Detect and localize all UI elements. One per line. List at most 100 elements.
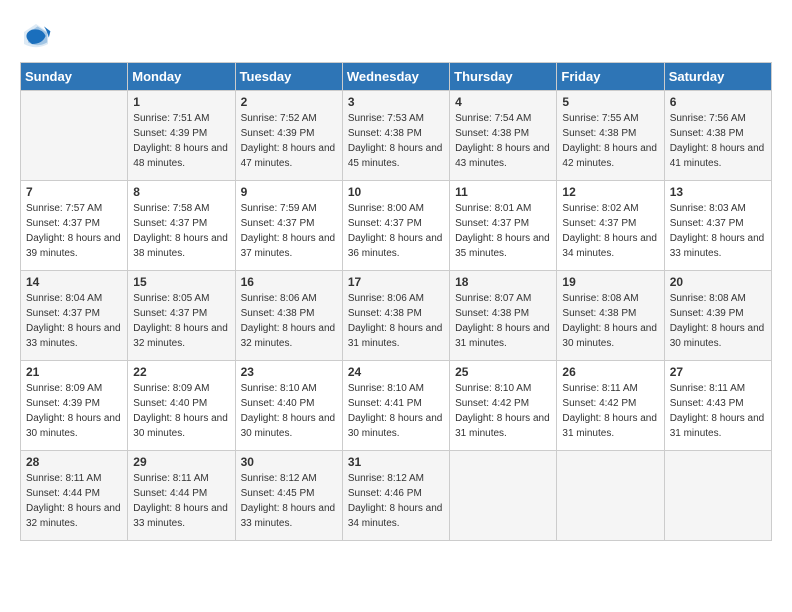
calendar-cell: 26 Sunrise: 8:11 AM Sunset: 4:42 PM Dayl… — [557, 361, 664, 451]
day-number: 20 — [670, 275, 766, 289]
daylight-text: Daylight: 8 hours and 30 minutes. — [670, 323, 765, 349]
day-number: 13 — [670, 185, 766, 199]
cell-info: Sunrise: 7:53 AM Sunset: 4:38 PM Dayligh… — [348, 111, 444, 171]
daylight-text: Daylight: 8 hours and 39 minutes. — [26, 233, 121, 259]
day-header-monday: Monday — [128, 63, 235, 91]
day-number: 29 — [133, 455, 229, 469]
day-number: 1 — [133, 95, 229, 109]
sunset-text: Sunset: 4:37 PM — [455, 218, 529, 229]
daylight-text: Daylight: 8 hours and 41 minutes. — [670, 143, 765, 169]
calendar-cell: 7 Sunrise: 7:57 AM Sunset: 4:37 PM Dayli… — [21, 181, 128, 271]
sunrise-text: Sunrise: 8:12 AM — [241, 473, 317, 484]
sunrise-text: Sunrise: 7:58 AM — [133, 203, 209, 214]
sunset-text: Sunset: 4:37 PM — [670, 218, 744, 229]
daylight-text: Daylight: 8 hours and 37 minutes. — [241, 233, 336, 259]
calendar-cell: 17 Sunrise: 8:06 AM Sunset: 4:38 PM Dayl… — [342, 271, 449, 361]
calendar-cell: 29 Sunrise: 8:11 AM Sunset: 4:44 PM Dayl… — [128, 451, 235, 541]
daylight-text: Daylight: 8 hours and 33 minutes. — [26, 323, 121, 349]
calendar-cell: 30 Sunrise: 8:12 AM Sunset: 4:45 PM Dayl… — [235, 451, 342, 541]
sunset-text: Sunset: 4:37 PM — [562, 218, 636, 229]
cell-info: Sunrise: 8:10 AM Sunset: 4:40 PM Dayligh… — [241, 381, 337, 441]
daylight-text: Daylight: 8 hours and 30 minutes. — [562, 323, 657, 349]
calendar-week-row: 21 Sunrise: 8:09 AM Sunset: 4:39 PM Dayl… — [21, 361, 772, 451]
sunrise-text: Sunrise: 7:57 AM — [26, 203, 102, 214]
daylight-text: Daylight: 8 hours and 38 minutes. — [133, 233, 228, 259]
sunrise-text: Sunrise: 8:10 AM — [241, 383, 317, 394]
day-number: 3 — [348, 95, 444, 109]
calendar-cell: 8 Sunrise: 7:58 AM Sunset: 4:37 PM Dayli… — [128, 181, 235, 271]
day-number: 18 — [455, 275, 551, 289]
sunset-text: Sunset: 4:38 PM — [348, 128, 422, 139]
sunrise-text: Sunrise: 8:09 AM — [133, 383, 209, 394]
day-number: 5 — [562, 95, 658, 109]
calendar-cell: 19 Sunrise: 8:08 AM Sunset: 4:38 PM Dayl… — [557, 271, 664, 361]
sunset-text: Sunset: 4:38 PM — [562, 128, 636, 139]
cell-info: Sunrise: 8:09 AM Sunset: 4:39 PM Dayligh… — [26, 381, 122, 441]
calendar-cell: 27 Sunrise: 8:11 AM Sunset: 4:43 PM Dayl… — [664, 361, 771, 451]
calendar-cell — [21, 91, 128, 181]
sunset-text: Sunset: 4:37 PM — [241, 218, 315, 229]
cell-info: Sunrise: 7:58 AM Sunset: 4:37 PM Dayligh… — [133, 201, 229, 261]
calendar-week-row: 7 Sunrise: 7:57 AM Sunset: 4:37 PM Dayli… — [21, 181, 772, 271]
calendar-week-row: 1 Sunrise: 7:51 AM Sunset: 4:39 PM Dayli… — [21, 91, 772, 181]
sunset-text: Sunset: 4:45 PM — [241, 488, 315, 499]
sunset-text: Sunset: 4:38 PM — [455, 128, 529, 139]
sunrise-text: Sunrise: 8:10 AM — [455, 383, 531, 394]
day-number: 30 — [241, 455, 337, 469]
day-number: 15 — [133, 275, 229, 289]
calendar-cell: 13 Sunrise: 8:03 AM Sunset: 4:37 PM Dayl… — [664, 181, 771, 271]
daylight-text: Daylight: 8 hours and 30 minutes. — [133, 413, 228, 439]
calendar-table: SundayMondayTuesdayWednesdayThursdayFrid… — [20, 62, 772, 541]
cell-info: Sunrise: 7:59 AM Sunset: 4:37 PM Dayligh… — [241, 201, 337, 261]
cell-info: Sunrise: 8:10 AM Sunset: 4:42 PM Dayligh… — [455, 381, 551, 441]
day-number: 25 — [455, 365, 551, 379]
day-number: 4 — [455, 95, 551, 109]
sunset-text: Sunset: 4:38 PM — [348, 308, 422, 319]
sunset-text: Sunset: 4:43 PM — [670, 398, 744, 409]
calendar-cell: 28 Sunrise: 8:11 AM Sunset: 4:44 PM Dayl… — [21, 451, 128, 541]
daylight-text: Daylight: 8 hours and 48 minutes. — [133, 143, 228, 169]
calendar-cell: 6 Sunrise: 7:56 AM Sunset: 4:38 PM Dayli… — [664, 91, 771, 181]
cell-info: Sunrise: 8:06 AM Sunset: 4:38 PM Dayligh… — [241, 291, 337, 351]
calendar-cell: 11 Sunrise: 8:01 AM Sunset: 4:37 PM Dayl… — [450, 181, 557, 271]
cell-info: Sunrise: 8:02 AM Sunset: 4:37 PM Dayligh… — [562, 201, 658, 261]
calendar-cell — [450, 451, 557, 541]
calendar-cell: 1 Sunrise: 7:51 AM Sunset: 4:39 PM Dayli… — [128, 91, 235, 181]
day-header-thursday: Thursday — [450, 63, 557, 91]
day-number: 19 — [562, 275, 658, 289]
sunset-text: Sunset: 4:44 PM — [26, 488, 100, 499]
day-number: 16 — [241, 275, 337, 289]
calendar-cell: 10 Sunrise: 8:00 AM Sunset: 4:37 PM Dayl… — [342, 181, 449, 271]
sunrise-text: Sunrise: 8:11 AM — [562, 383, 637, 394]
sunset-text: Sunset: 4:39 PM — [241, 128, 315, 139]
calendar-cell: 2 Sunrise: 7:52 AM Sunset: 4:39 PM Dayli… — [235, 91, 342, 181]
cell-info: Sunrise: 7:57 AM Sunset: 4:37 PM Dayligh… — [26, 201, 122, 261]
cell-info: Sunrise: 8:08 AM Sunset: 4:39 PM Dayligh… — [670, 291, 766, 351]
cell-info: Sunrise: 8:08 AM Sunset: 4:38 PM Dayligh… — [562, 291, 658, 351]
day-header-wednesday: Wednesday — [342, 63, 449, 91]
sunset-text: Sunset: 4:38 PM — [670, 128, 744, 139]
sunrise-text: Sunrise: 8:00 AM — [348, 203, 424, 214]
sunset-text: Sunset: 4:37 PM — [348, 218, 422, 229]
sunset-text: Sunset: 4:37 PM — [133, 308, 207, 319]
calendar-cell: 22 Sunrise: 8:09 AM Sunset: 4:40 PM Dayl… — [128, 361, 235, 451]
cell-info: Sunrise: 7:56 AM Sunset: 4:38 PM Dayligh… — [670, 111, 766, 171]
cell-info: Sunrise: 8:12 AM Sunset: 4:45 PM Dayligh… — [241, 471, 337, 531]
daylight-text: Daylight: 8 hours and 31 minutes. — [455, 413, 550, 439]
sunset-text: Sunset: 4:46 PM — [348, 488, 422, 499]
day-number: 9 — [241, 185, 337, 199]
daylight-text: Daylight: 8 hours and 34 minutes. — [562, 233, 657, 259]
sunrise-text: Sunrise: 8:04 AM — [26, 293, 102, 304]
daylight-text: Daylight: 8 hours and 33 minutes. — [241, 503, 336, 529]
sunrise-text: Sunrise: 8:12 AM — [348, 473, 424, 484]
sunrise-text: Sunrise: 7:56 AM — [670, 113, 746, 124]
daylight-text: Daylight: 8 hours and 30 minutes. — [26, 413, 121, 439]
day-header-sunday: Sunday — [21, 63, 128, 91]
daylight-text: Daylight: 8 hours and 30 minutes. — [348, 413, 443, 439]
daylight-text: Daylight: 8 hours and 43 minutes. — [455, 143, 550, 169]
sunset-text: Sunset: 4:37 PM — [133, 218, 207, 229]
day-number: 2 — [241, 95, 337, 109]
calendar-cell: 24 Sunrise: 8:10 AM Sunset: 4:41 PM Dayl… — [342, 361, 449, 451]
cell-info: Sunrise: 8:04 AM Sunset: 4:37 PM Dayligh… — [26, 291, 122, 351]
sunrise-text: Sunrise: 8:05 AM — [133, 293, 209, 304]
